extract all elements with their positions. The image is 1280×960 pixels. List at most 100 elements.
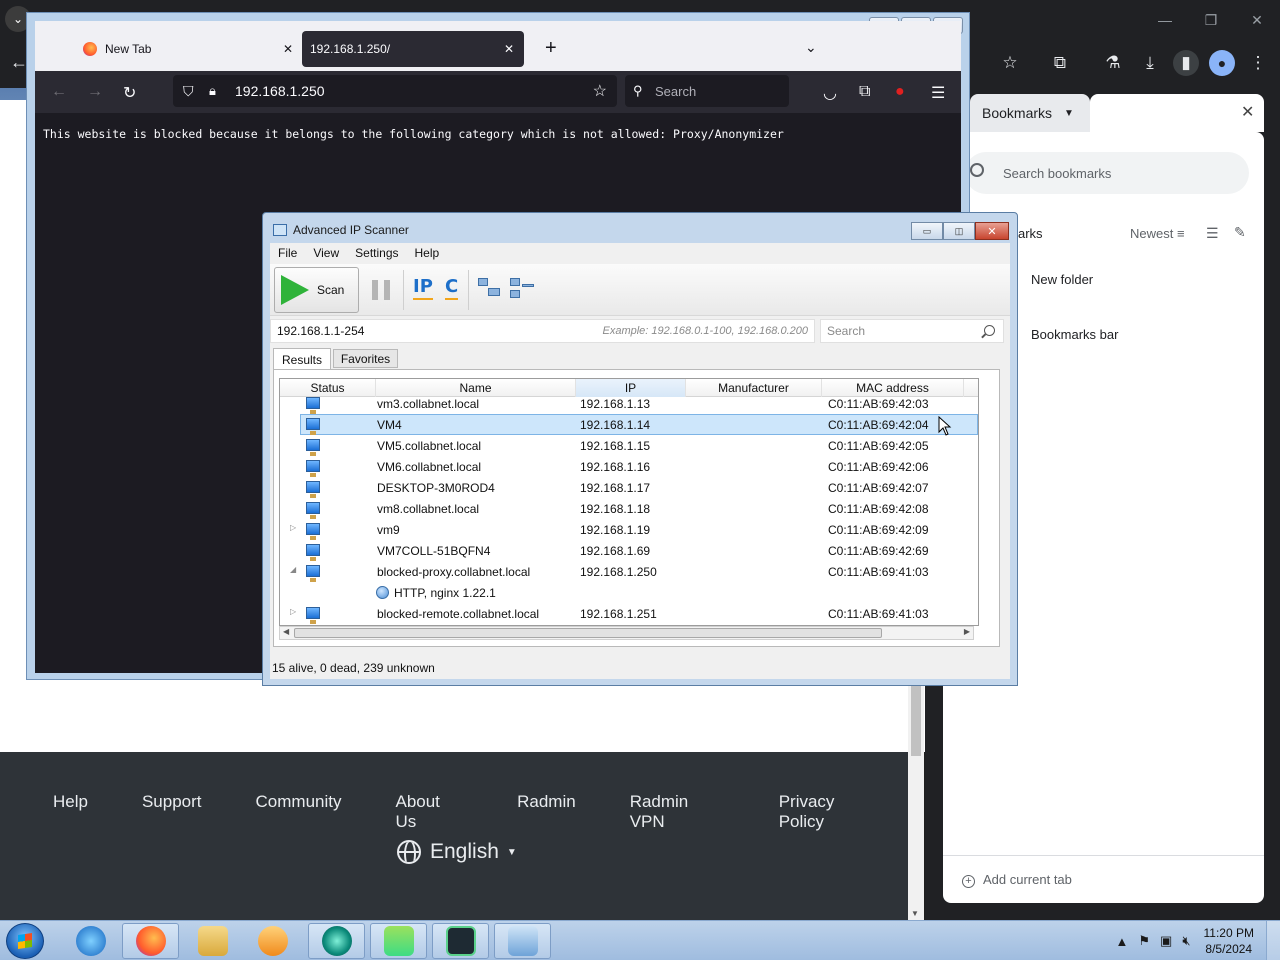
close-icon[interactable]: ✕ xyxy=(975,222,1009,240)
maximize-icon[interactable]: ◫ xyxy=(943,222,975,240)
reload-icon[interactable]: ↻ xyxy=(123,83,136,103)
menu-help[interactable]: Help xyxy=(407,246,448,260)
results-search-input[interactable]: Search xyxy=(820,319,1004,343)
table-row[interactable]: VM7COLL-51BQFN4 192.168.1.69 C0:11:AB:69:4… xyxy=(280,540,978,561)
service-label[interactable]: HTTP, nginx 1.22.1 xyxy=(394,586,496,600)
list-view-icon[interactable]: ☰ xyxy=(1206,225,1219,242)
bookmark-item-new-folder[interactable]: New folder xyxy=(1031,272,1093,287)
tab-results[interactable]: Results xyxy=(273,348,331,370)
list-all-tabs-icon[interactable]: ⌄ xyxy=(805,39,817,56)
taskbar-advanced-ip-scanner[interactable] xyxy=(494,923,551,959)
star-icon[interactable]: ☆ xyxy=(997,50,1023,76)
tab-favorites[interactable]: Favorites xyxy=(333,349,398,368)
show-desktop-button[interactable] xyxy=(1266,921,1280,960)
table-row[interactable]: ▷ blocked-remote.collabnet.local 192.168.1… xyxy=(280,603,978,624)
sort-button[interactable]: Newest ≡ xyxy=(1130,226,1185,241)
start-button[interactable] xyxy=(6,923,44,959)
lock-icon[interactable]: 🔒︎ xyxy=(209,83,216,99)
tab-close-icon[interactable]: ✕ xyxy=(504,42,514,56)
add-current-tab-button[interactable]: + Add current tab xyxy=(962,872,1072,888)
new-tab-plus-icon[interactable]: + xyxy=(545,37,557,60)
expand-toggle-icon[interactable]: ▷ xyxy=(290,523,296,532)
volume-muted-icon[interactable]: 🔇︎ xyxy=(1182,933,1190,949)
table-row[interactable]: vm8.collabnet.local 192.168.1.18 C0:11:AB:… xyxy=(280,498,978,519)
close-side-panel-icon[interactable]: ✕ xyxy=(1241,102,1254,122)
labs-flask-icon[interactable]: ⚗ xyxy=(1100,50,1126,76)
expand-toggle-icon[interactable]: ◢ xyxy=(290,565,296,574)
taskbar-media-player[interactable] xyxy=(244,923,301,959)
collapse-all-icon[interactable] xyxy=(510,278,534,302)
clock[interactable]: 11:20 PM 8/5/2024 xyxy=(1204,925,1254,957)
chrome-minimize-icon[interactable]: — xyxy=(1142,0,1188,40)
grid-horizontal-scrollbar[interactable]: ◀ ▶ xyxy=(279,626,974,640)
scroll-down-arrow-icon[interactable]: ▼ xyxy=(911,909,919,918)
page-scrollbar[interactable]: ▼ xyxy=(908,680,924,920)
url-bar[interactable]: ⛉ 🔒︎ 192.168.1.250 ☆ xyxy=(173,75,617,107)
footer-link-radmin[interactable]: Radmin xyxy=(517,792,576,832)
chrome-close-icon[interactable]: ✕ xyxy=(1234,0,1280,40)
footer-link-radmin-vpn[interactable]: Radmin VPN xyxy=(630,792,725,832)
chrome-menu-icon[interactable]: ⋮ xyxy=(1245,50,1271,76)
taskbar-explorer[interactable] xyxy=(184,923,241,959)
footer-link-community[interactable]: Community xyxy=(256,792,342,832)
language-selector[interactable]: English ▼ xyxy=(397,840,517,864)
scroll-left-arrow-icon[interactable]: ◀ xyxy=(283,627,289,636)
table-row[interactable]: VM6.collabnet.local 192.168.1.16 C0:11:AB:… xyxy=(280,456,978,477)
download-icon[interactable]: ⤓ xyxy=(1137,50,1163,76)
expand-toggle-icon[interactable]: ▷ xyxy=(290,607,296,616)
taskbar-nox[interactable] xyxy=(432,923,489,959)
service-row[interactable]: HTTP, nginx 1.22.1 xyxy=(280,582,978,603)
grid-horizontal-scrollbar-thumb[interactable] xyxy=(294,628,882,638)
table-row[interactable]: ◢ blocked-proxy.collabnet.local 192.168.1.… xyxy=(280,561,978,582)
back-arrow-icon[interactable]: ← xyxy=(51,83,67,101)
footer-link-support[interactable]: Support xyxy=(142,792,202,832)
taskbar-android-studio[interactable] xyxy=(370,923,427,959)
page-scrollbar-thumb[interactable] xyxy=(911,684,921,756)
extensions-icon[interactable]: ⧉ xyxy=(1047,50,1073,76)
tab-close-icon[interactable]: ✕ xyxy=(283,42,293,56)
network-icon[interactable]: ▣ xyxy=(1160,933,1172,949)
bookmarks-search-input[interactable]: Search bookmarks xyxy=(965,152,1249,194)
scan-button[interactable]: Scan xyxy=(274,267,359,313)
minimize-icon[interactable]: ▭ xyxy=(911,222,943,240)
bookmark-star-icon[interactable]: ☆ xyxy=(593,81,607,101)
show-hidden-icons-icon[interactable]: ▲ xyxy=(1115,934,1128,949)
class-c-subnet-icon[interactable]: C xyxy=(445,276,459,300)
edit-pencil-icon[interactable]: ✎ xyxy=(1234,224,1246,241)
table-row[interactable]: VM5.collabnet.local 192.168.1.15 C0:11:AB:… xyxy=(280,435,978,456)
table-row[interactable]: DESKTOP-3M0ROD4 192.168.1.17 C0:11:AB:69:4… xyxy=(280,477,978,498)
taskbar-chrome-like-app[interactable] xyxy=(308,923,365,959)
tab-active[interactable]: 192.168.1.250/ ✕ xyxy=(302,31,524,67)
scroll-right-arrow-icon[interactable]: ▶ xyxy=(964,627,970,636)
extensions-puzzle-icon[interactable]: ⧉ xyxy=(859,83,870,101)
hamburger-menu-icon[interactable]: ☰ xyxy=(931,83,945,103)
ip-subnet-icon[interactable]: IP xyxy=(413,276,433,300)
bookmark-item-bookmarks-bar[interactable]: Bookmarks bar xyxy=(1031,327,1118,342)
forward-arrow-icon[interactable]: → xyxy=(87,83,103,101)
menu-settings[interactable]: Settings xyxy=(347,246,406,260)
footer-link-privacy[interactable]: Privacy Policy xyxy=(779,792,881,832)
table-row[interactable]: vm3.collabnet.local 192.168.1.13 C0:11:AB:… xyxy=(280,393,978,414)
table-row[interactable]: VM4 192.168.1.14 C0:11:AB:69:42:04 xyxy=(280,414,978,435)
menu-view[interactable]: View xyxy=(305,246,347,260)
firefox-search-bar[interactable]: ⚲ Search xyxy=(625,75,789,107)
pause-button[interactable] xyxy=(372,280,390,300)
bookmarks-panel-selector[interactable]: Bookmarks ▼ xyxy=(970,94,1090,132)
profile-avatar-icon[interactable]: ● xyxy=(1209,50,1235,76)
ip-range-input[interactable]: 192.168.1.1-254 Example: 192.168.0.1-100… xyxy=(270,319,815,343)
search-icon[interactable] xyxy=(984,325,995,336)
shield-icon[interactable]: ⛉ xyxy=(183,83,194,100)
ublock-origin-icon[interactable]: ● xyxy=(895,83,905,101)
expand-all-icon[interactable] xyxy=(478,278,502,302)
taskbar-internet-explorer[interactable] xyxy=(62,923,119,959)
pocket-icon[interactable]: ◡ xyxy=(823,83,837,103)
side-panel-icon[interactable]: ▮ xyxy=(1173,50,1199,76)
tab-new-tab[interactable]: New Tab ✕ xyxy=(83,31,303,67)
footer-link-about[interactable]: About Us xyxy=(395,792,463,832)
chrome-restore-icon[interactable]: ❐ xyxy=(1188,0,1234,40)
table-row[interactable]: ▷ vm9 192.168.1.19 C0:11:AB:69:42:09 xyxy=(280,519,978,540)
taskbar-firefox[interactable] xyxy=(122,923,179,959)
action-center-flag-icon[interactable]: ⚑ xyxy=(1138,933,1150,949)
menu-file[interactable]: File xyxy=(270,246,305,260)
footer-link-help[interactable]: Help xyxy=(53,792,88,832)
